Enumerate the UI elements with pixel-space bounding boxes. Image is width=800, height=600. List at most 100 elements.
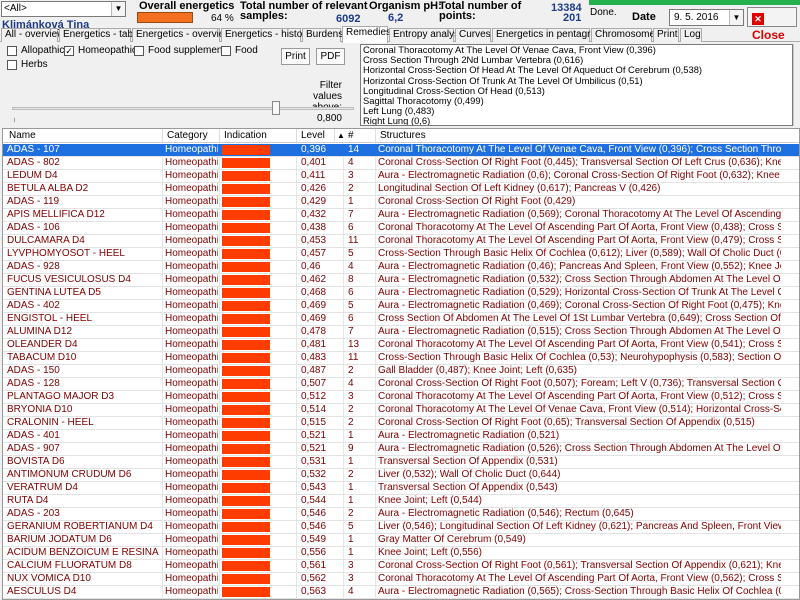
table-row[interactable]: NUX VOMICA D10 Homeopathic 0,562 3 Coronal T…	[3, 573, 799, 586]
table-row[interactable]: OLEANDER D4 Homeopathic 0,481 13 Coronal Tho…	[3, 339, 799, 352]
structures-listbox[interactable]: Coronal Thoracotomy At The Level Of Vena…	[360, 44, 793, 126]
table-row[interactable]: APIS MELLIFICA D12 Homeopathic 0,432 7 Aura …	[3, 209, 799, 222]
table-row[interactable]: ADAS - 128 Homeopathic 0,507 4 Coronal Cross…	[3, 378, 799, 391]
pdf-button[interactable]: PDF	[316, 48, 345, 65]
column-header-category[interactable]: Category	[163, 129, 220, 143]
cell-level: 0,481	[301, 339, 327, 350]
table-row[interactable]: ADAS - 106 Homeopathic 0,438 6 Coronal Thora…	[3, 222, 799, 235]
cell-structures: Coronal Thoracotomy At The Level Of Asce…	[378, 391, 781, 402]
indication-bar	[220, 275, 270, 285]
table-row[interactable]: DULCAMARA D4 Homeopathic 0,453 11 Coronal Th…	[3, 235, 799, 248]
tab-all-overview[interactable]: All - overview	[1, 28, 64, 42]
chevron-down-icon[interactable]: ▼	[111, 2, 125, 16]
table-row[interactable]: GENTINA LUTEA D5 Homeopathic 0,468 6 Aura - …	[3, 287, 799, 300]
cell-category: Homeopathic	[165, 209, 218, 220]
column-header-count[interactable]: #	[344, 129, 376, 143]
indication-bar	[220, 197, 270, 207]
chevron-down-icon[interactable]: ▼	[729, 10, 743, 25]
table-row[interactable]: BARIUM JODATUM D6 Homeopathic 0,549 1 Gray M…	[3, 534, 799, 547]
patient-selector[interactable]: <All> ▼	[1, 1, 126, 17]
table-row[interactable]: ALUMINA D12 Homeopathic 0,478 7 Aura - Elect…	[3, 326, 799, 339]
filter-slider-track[interactable]	[12, 107, 354, 110]
indication-bar	[220, 288, 270, 298]
cell-structures: Liver (0,532); Wall Of Cholic Duct (0,64…	[378, 469, 561, 480]
table-row[interactable]: LYVPHOMYOSOT - HEEL Homeopathic 0,457 5 Cros…	[3, 248, 799, 261]
allopathic-label: Allopathic	[21, 45, 65, 56]
table-row[interactable]: PLANTAGO MAJOR D3 Homeopathic 0,512 3 Corona…	[3, 391, 799, 404]
table-row[interactable]: CRALONIN - HEEL Homeopathic 0,515 2 Coronal …	[3, 417, 799, 430]
indication-bar	[220, 314, 270, 324]
table-row[interactable]: ADAS - 107 Homeopathic 0,396 14 Coronal Thor…	[3, 144, 799, 157]
tab-print[interactable]: Print	[653, 28, 679, 42]
filter-slider-thumb[interactable]	[272, 101, 280, 115]
cell-count: 6	[348, 287, 354, 298]
cell-count: 1	[348, 482, 354, 493]
column-header-name[interactable]: Name	[5, 129, 163, 143]
table-row[interactable]: ADAS - 401 Homeopathic 0,521 1 Aura - Electr…	[3, 430, 799, 443]
table-row[interactable]: ADAS - 203 Homeopathic 0,546 2 Aura - Electr…	[3, 508, 799, 521]
structures-list-item[interactable]: Right Lung (0,6)	[361, 116, 792, 125]
cell-level: 0,429	[301, 196, 327, 207]
table-row[interactable]: CALCIUM FLUORATUM D8 Homeopathic 0,561 3 Cor…	[3, 560, 799, 573]
table-row[interactable]: ADAS - 928 Homeopathic 0,46 4 Aura - Electro…	[3, 261, 799, 274]
cell-count: 2	[348, 365, 354, 376]
cell-category: Homeopathic	[165, 560, 218, 571]
tab-burdens[interactable]: Burdens	[302, 28, 343, 42]
indication-bar	[220, 366, 270, 376]
table-row[interactable]: BETULA ALBA D2 Homeopathic 0,426 2 Longitudi…	[3, 183, 799, 196]
cell-name: ADAS - 150	[7, 365, 60, 376]
tab-entropy-analysis[interactable]: Entropy analysis	[389, 28, 466, 42]
structures-scrollbar[interactable]	[793, 44, 800, 126]
date-picker[interactable]: 9. 5. 2016 ▼	[669, 9, 744, 26]
table-row[interactable]: ENGISTOL - HEEL Homeopathic 0,469 6 Cross Se…	[3, 313, 799, 326]
tab-chromosomes[interactable]: Chromosomes	[591, 28, 660, 42]
column-header-structures[interactable]: Structures	[376, 129, 799, 143]
indication-bar	[220, 158, 270, 168]
close-button[interactable]: ✕Close	[747, 7, 797, 42]
food-checkbox[interactable]	[221, 46, 231, 56]
tab-log[interactable]: Log	[680, 28, 702, 42]
table-row[interactable]: ADAS - 119 Homeopathic 0,429 1 Coronal Cross…	[3, 196, 799, 209]
tab-remedies[interactable]: Remedies	[342, 26, 391, 43]
cell-count: 2	[348, 417, 354, 428]
cell-level: 0,462	[301, 274, 327, 285]
table-row[interactable]: BOVISTA D6 Homeopathic 0,531 1 Transversal S…	[3, 456, 799, 469]
tab-energetics-table[interactable]: Energetics - table	[59, 28, 141, 42]
tab-energetics-history[interactable]: Energetics - history	[221, 28, 311, 42]
homeopathic-checkbox[interactable]: ✓	[64, 46, 74, 56]
table-row[interactable]: FUCUS VESICULOSUS D4 Homeopathic 0,462 8 Aur…	[3, 274, 799, 287]
date-label: Date	[632, 11, 656, 23]
table-header: Name Category Indication Level ▲ # Struc…	[3, 129, 799, 143]
allopathic-checkbox[interactable]	[7, 46, 17, 56]
herbs-checkbox[interactable]	[7, 60, 17, 70]
tab-energetics-pentagram[interactable]: Energetics in pentagram	[492, 28, 604, 42]
table-row[interactable]: ADAS - 907 Homeopathic 0,521 9 Aura - Electr…	[3, 443, 799, 456]
cell-level: 0,478	[301, 326, 327, 337]
tab-curves[interactable]: Curves	[455, 28, 491, 42]
cell-category: Homeopathic	[165, 365, 218, 376]
table-row[interactable]: LEDUM D4 Homeopathic 0,411 3 Aura - Electrom…	[3, 170, 799, 183]
table-row[interactable]: ADAS - 150 Homeopathic 0,487 2 Gall Bladder …	[3, 365, 799, 378]
table-row[interactable]: GERANIUM ROBERTIANUM D4 Homeopathic 0,546 5…	[3, 521, 799, 534]
table-row[interactable]: TABACUM D10 Homeopathic 0,483 11 Cross-Secti…	[3, 352, 799, 365]
cell-category: Homeopathic	[165, 170, 218, 181]
indication-bar	[220, 223, 270, 233]
table-row[interactable]: ANTIMONUM CRUDUM D6 Homeopathic 0,532 2 Live…	[3, 469, 799, 482]
column-header-indication[interactable]: Indication	[220, 129, 297, 143]
table-row[interactable]: ADAS - 402 Homeopathic 0,469 5 Aura - Electr…	[3, 300, 799, 313]
status-progress-bar	[589, 0, 800, 5]
table-row[interactable]: ACIDUM BENZOICUM E RESINA D4 Homeopathic 0…	[3, 547, 799, 560]
print-button[interactable]: Print	[281, 48, 310, 65]
table-row[interactable]: RUTA D4 Homeopathic 0,544 1 Knee Joint; Left…	[3, 495, 799, 508]
indication-bar	[220, 353, 270, 363]
cell-structures: Aura - Electromagnetic Radiation (0,469)…	[378, 300, 781, 311]
cell-structures: Cross-Section Through Basic Helix Of Coc…	[378, 352, 781, 363]
total-points-value: 201	[563, 12, 582, 24]
table-row[interactable]: AESCULUS D4 Homeopathic 0,563 4 Aura - Elect…	[3, 586, 799, 599]
column-header-level[interactable]: Level	[297, 129, 335, 143]
table-row[interactable]: VERATRUM D4 Homeopathic 0,543 1 Transversal …	[3, 482, 799, 495]
table-row[interactable]: BRYONIA D10 Homeopathic 0,514 2 Coronal Thor…	[3, 404, 799, 417]
tab-energetics-overview[interactable]: Energetics - overview	[132, 28, 232, 42]
table-row[interactable]: ADAS - 802 Homeopathic 0,401 4 Coronal Cross…	[3, 157, 799, 170]
food-supplements-checkbox[interactable]	[134, 46, 144, 56]
